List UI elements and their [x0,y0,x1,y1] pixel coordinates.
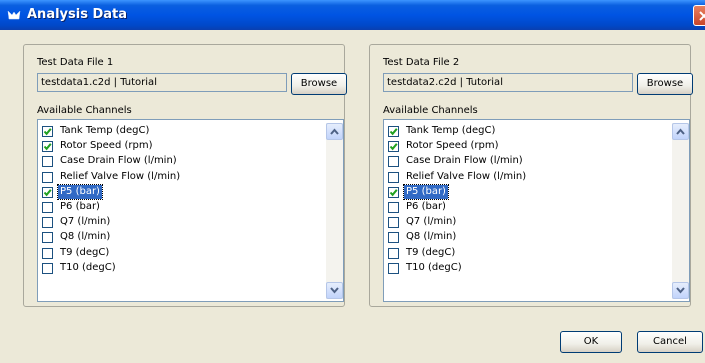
channel-row[interactable]: T9 (degC) [38,246,318,261]
close-button[interactable] [693,5,705,26]
app-icon [7,10,21,20]
channel-label: Q8 (l/min) [406,231,457,243]
channel-row[interactable]: Rotor Speed (rpm) [384,139,664,154]
window-title: Analysis Data [27,7,128,22]
channel-row[interactable]: T10 (degC) [384,261,664,276]
channel-checkbox[interactable] [388,126,399,137]
channel-list-2[interactable]: Tank Temp (degC) Rotor Speed (rpm) Case Dr… [383,119,690,302]
browse-button-2[interactable]: Browse [637,73,693,95]
checkmark-icon [43,128,52,136]
scroll-up-button[interactable] [326,123,343,140]
channel-checkbox[interactable] [388,202,399,213]
channel-list-1[interactable]: Tank Temp (degC) Rotor Speed (rpm) Case Dr… [37,119,344,302]
cancel-button[interactable]: Cancel [637,331,703,353]
channel-checkbox[interactable] [388,262,399,274]
file-2-panel: Test Data File 2 testdata2.c2d | Tutoria… [369,44,693,307]
chevron-down-icon [676,287,685,294]
scroll-up-button[interactable] [672,123,689,140]
channel-row[interactable]: Tank Temp (degC) [38,124,318,139]
chevron-down-icon [330,287,339,294]
channel-checkbox[interactable] [42,171,53,183]
channel-label: T9 (degC) [60,246,110,258]
channel-label: T9 (degC) [406,246,456,258]
checkmark-icon [43,188,52,197]
channel-checkbox[interactable] [42,156,53,168]
channel-checkbox[interactable] [388,217,399,229]
channel-label: T10 (degC) [60,261,116,273]
analysis-data-dialog: Analysis Data Test Data File 1 testdata1… [0,0,705,363]
channel-checkbox[interactable] [388,171,399,183]
channel-checkbox[interactable] [42,186,53,198]
channel-checkbox[interactable] [42,202,53,213]
channel-checkbox[interactable] [388,156,399,168]
close-icon [699,11,705,21]
channel-row[interactable]: Q8 (l/min) [384,230,664,245]
channel-row[interactable]: Q7 (l/min) [384,215,664,230]
channel-label: Rotor Speed (rpm) [60,140,153,152]
channel-label: Relief Valve Flow (l/min) [60,170,181,182]
channel-checkbox[interactable] [42,141,53,153]
file-1-panel: Test Data File 1 testdata1.c2d | Tutoria… [23,44,347,307]
channel-row[interactable]: Q8 (l/min) [38,230,318,245]
chevron-up-icon [330,128,339,135]
checkmark-icon [43,143,52,151]
channel-label: Q7 (l/min) [406,216,457,228]
channel-row[interactable]: Case Drain Flow (l/min) [38,154,318,169]
channel-row[interactable]: T9 (degC) [384,246,664,261]
channel-checkbox[interactable] [388,141,399,153]
ok-button[interactable]: OK [560,331,622,353]
channel-row[interactable]: P5 (bar) [38,183,318,200]
scroll-down-button[interactable] [326,282,343,299]
channel-row[interactable]: Relief Valve Flow (l/min) [38,170,318,185]
file-2-path-field[interactable]: testdata2.c2d | Tutorial [383,73,633,92]
channel-row[interactable]: T10 (degC) [38,261,318,276]
channel-label: Tank Temp (degC) [406,125,496,136]
file-2-channels-label: Available Channels [383,105,478,116]
chevron-up-icon [676,128,685,135]
channel-checkbox[interactable] [388,232,399,244]
browse-button-1[interactable]: Browse [291,73,347,95]
checkmark-icon [389,188,398,197]
file-1-path-field[interactable]: testdata1.c2d | Tutorial [37,73,287,92]
channel-row[interactable]: Q7 (l/min) [38,215,318,230]
channel-checkbox[interactable] [42,217,53,229]
channel-row[interactable]: Case Drain Flow (l/min) [384,154,664,169]
channel-label: Tank Temp (degC) [60,125,150,136]
channel-label: P5 (bar) [403,183,449,200]
channel-label: P6 (bar) [60,201,100,212]
channel-row[interactable]: Relief Valve Flow (l/min) [384,170,664,185]
file-1-heading: Test Data File 1 [37,57,114,68]
scrollbar[interactable] [326,123,343,299]
channel-label: T10 (degC) [406,261,462,273]
channel-label: Relief Valve Flow (l/min) [406,170,527,182]
channel-row[interactable]: Rotor Speed (rpm) [38,139,318,154]
channel-checkbox[interactable] [42,247,53,259]
channel-row[interactable]: P6 (bar) [38,200,318,215]
file-1-channels-label: Available Channels [37,105,132,116]
title-bar[interactable]: Analysis Data [0,0,705,30]
checkmark-icon [389,143,398,151]
channel-checkbox[interactable] [42,232,53,244]
channel-label: P5 (bar) [57,183,103,200]
channel-checkbox[interactable] [42,262,53,274]
channel-label: Case Drain Flow (l/min) [60,155,177,167]
scroll-down-button[interactable] [672,282,689,299]
channel-label: Rotor Speed (rpm) [406,140,499,152]
file-2-heading: Test Data File 2 [383,57,460,68]
channel-checkbox[interactable] [42,126,53,137]
channel-row[interactable]: P6 (bar) [384,200,664,215]
checkmark-icon [389,128,398,136]
scrollbar[interactable] [672,123,689,299]
channel-label: Q7 (l/min) [60,216,111,228]
channel-checkbox[interactable] [388,186,399,198]
channel-label: Case Drain Flow (l/min) [406,155,523,167]
channel-row[interactable]: P5 (bar) [384,183,664,200]
channel-label: P6 (bar) [406,201,446,212]
channel-row[interactable]: Tank Temp (degC) [384,124,664,139]
channel-label: Q8 (l/min) [60,231,111,243]
channel-checkbox[interactable] [388,247,399,259]
